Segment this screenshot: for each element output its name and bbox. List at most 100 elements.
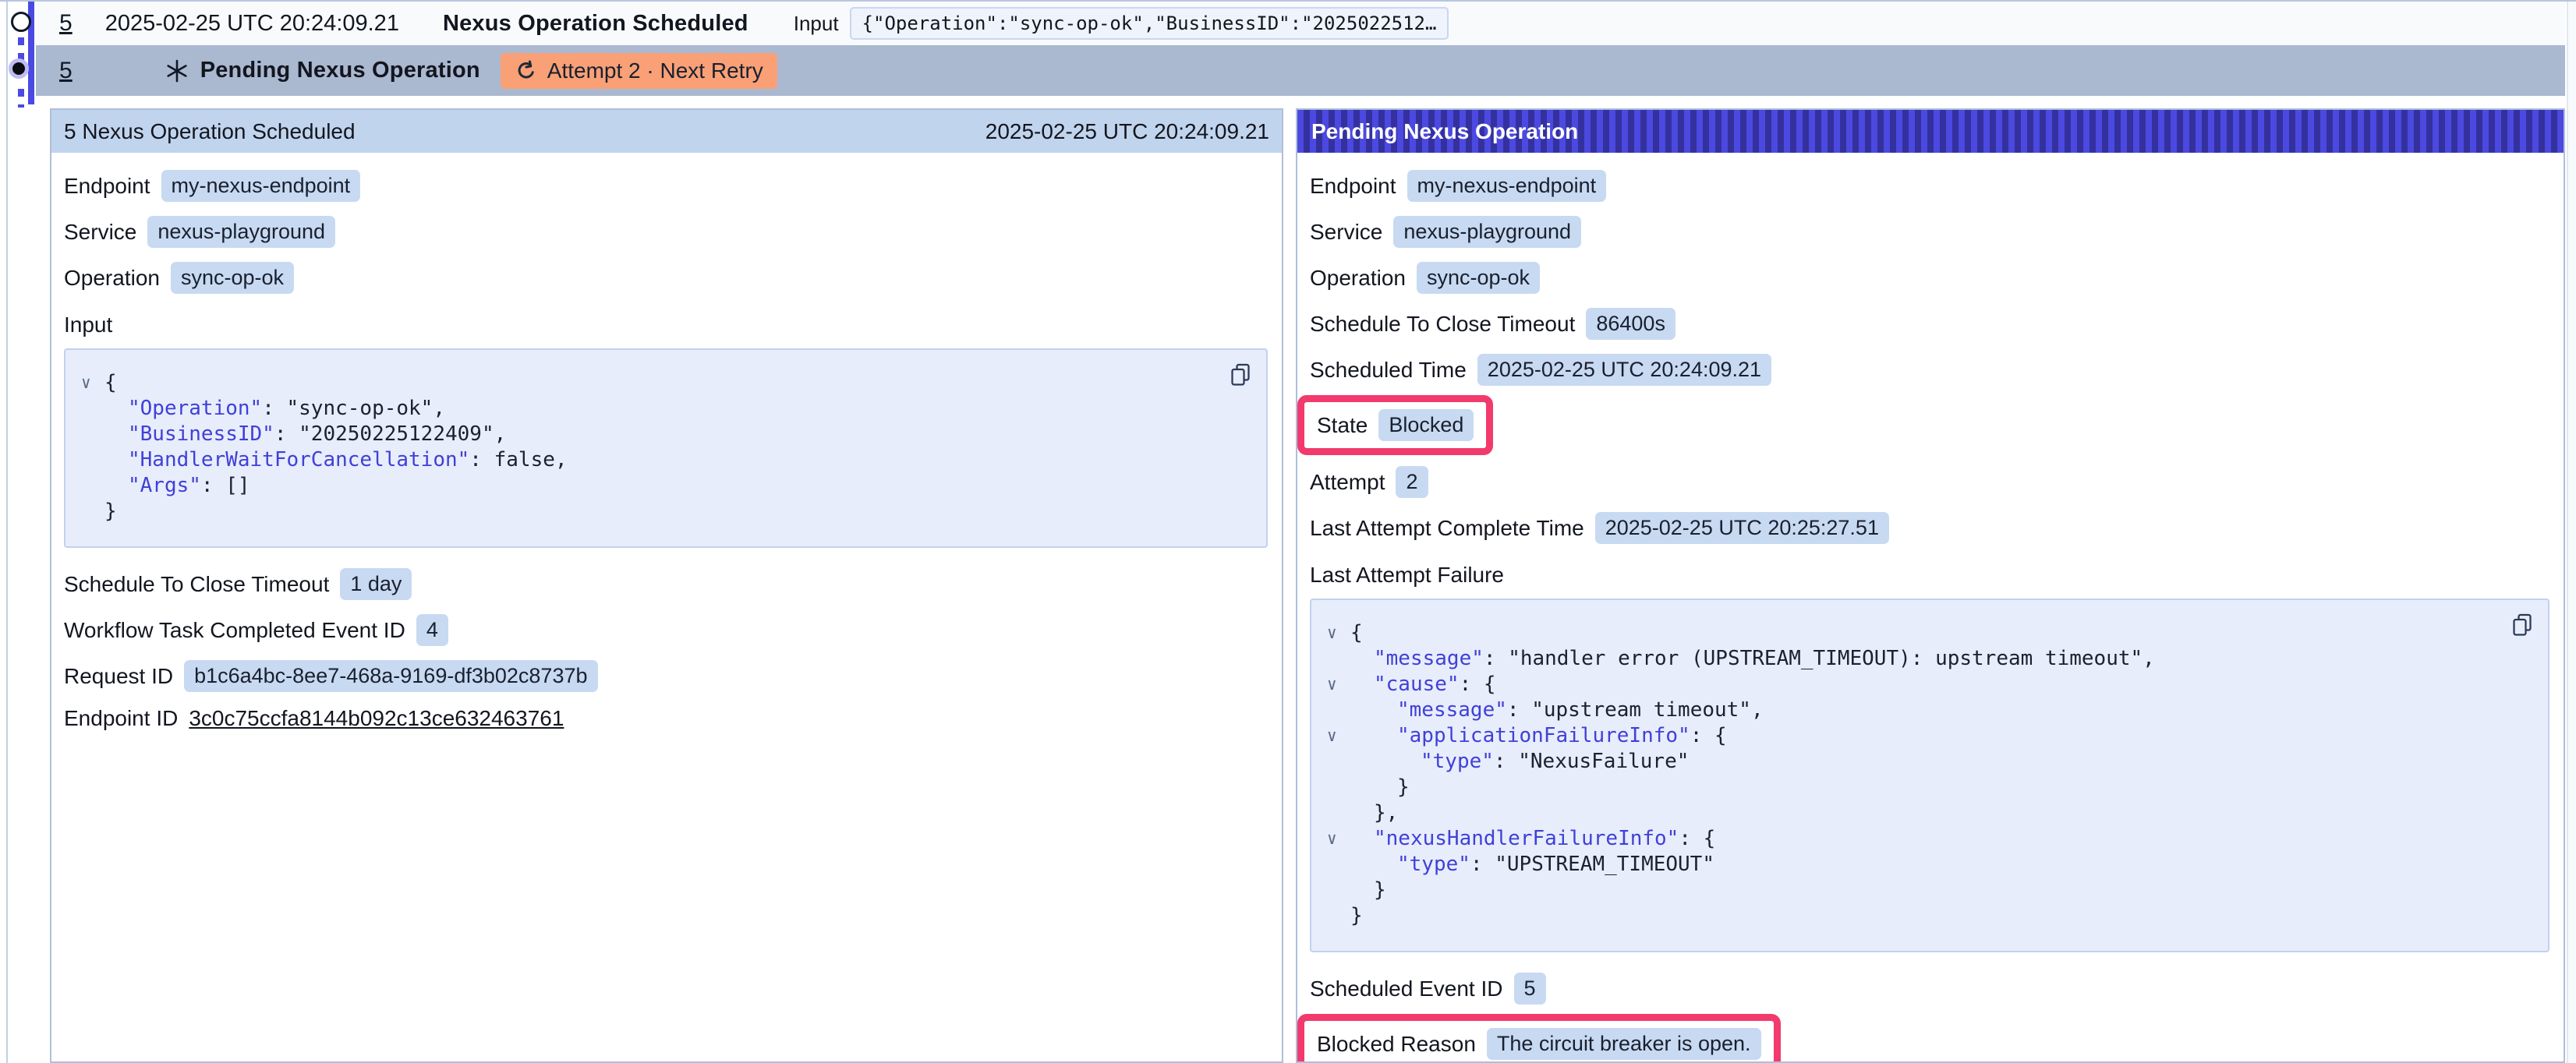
failure-json-viewer: ∨{"message": "handler error (UPSTREAM_TI… (1310, 599, 2549, 952)
field-row: Schedule To Close Timeout1 day (64, 568, 1268, 600)
field-row: Workflow Task Completed Event ID4 (64, 614, 1268, 646)
collapse-chevron-icon[interactable]: ∨ (1327, 723, 1350, 749)
pending-operation-panel: Pending Nexus Operation Endpointmy-nexus… (1296, 108, 2565, 1063)
field-value-badge: 86400s (1586, 308, 1675, 340)
chevron-gutter (81, 447, 104, 473)
chevron-gutter (1327, 697, 1350, 723)
pending-nexus-operation-row[interactable]: 5 Pending Nexus Operation Attempt 2 · Ne… (36, 45, 2565, 96)
json-code-text: } (1350, 903, 1363, 929)
timeline-dashed-connector (18, 37, 24, 61)
field-row: Endpoint ID3c0c75ccfa8144b092c13ce632463… (64, 706, 1268, 731)
json-code-line: } (81, 499, 1212, 524)
chevron-gutter (1327, 878, 1350, 903)
json-code-text: "nexusHandlerFailureInfo": { (1350, 826, 1715, 852)
json-code-line: ∨ "cause": { (1327, 672, 2493, 697)
field-row: Scheduled Event ID5 (1310, 973, 2549, 1005)
field-label: Schedule To Close Timeout (64, 572, 329, 597)
copy-button[interactable] (2509, 611, 2535, 640)
json-key: "type" (1397, 853, 1470, 876)
chevron-gutter (1327, 852, 1350, 878)
json-value: } (1397, 775, 1410, 799)
collapse-chevron-icon[interactable]: ∨ (1327, 672, 1350, 697)
chevron-gutter (81, 473, 104, 499)
retry-attempt-badge: Attempt 2 · Next Retry (501, 53, 777, 89)
json-code-text: "HandlerWaitForCancellation": false, (104, 447, 568, 473)
field-value-badge: 2 (1396, 466, 1428, 498)
json-code-line: } (1327, 903, 2493, 929)
scrollbar-track[interactable] (2567, 2, 2576, 1063)
event-id-link[interactable]: 5 (59, 58, 73, 84)
json-code-line: "type": "NexusFailure" (1327, 749, 2493, 775)
timeline-node-open-icon (11, 12, 31, 32)
json-code-text: }, (1350, 800, 1398, 826)
json-value: : "UPSTREAM_TIMEOUT" (1470, 853, 1714, 876)
field-label: Blocked Reason (1317, 1032, 1476, 1057)
copy-icon (2511, 613, 2534, 638)
chevron-gutter (81, 499, 104, 524)
collapse-chevron-icon[interactable]: ∨ (81, 370, 104, 396)
collapse-chevron-icon[interactable]: ∨ (1327, 826, 1350, 852)
field-value-badge: The circuit breaker is open. (1487, 1028, 1761, 1060)
field-value-link[interactable]: 3c0c75ccfa8144b092c13ce632463761 (189, 706, 564, 731)
json-code-text: } (104, 499, 117, 524)
json-key: "message" (1374, 647, 1484, 670)
field-row: Last Attempt Complete Time2025-02-25 UTC… (1310, 512, 2549, 544)
field-row: Operationsync-op-ok (1310, 262, 2549, 294)
field-value-badge: my-nexus-endpoint (1407, 170, 1607, 202)
field-label: State (1317, 413, 1368, 438)
field-value-badge: sync-op-ok (171, 262, 294, 294)
json-code-line: "message": "handler error (UPSTREAM_TIME… (1327, 646, 2493, 672)
chevron-gutter (1327, 646, 1350, 672)
field-value-badge: 4 (416, 614, 448, 646)
json-key: "applicationFailureInfo" (1397, 724, 1690, 747)
chevron-gutter (1327, 749, 1350, 775)
json-code-line: ∨"applicationFailureInfo": { (1327, 723, 2493, 749)
event-title: Nexus Operation Scheduled (443, 11, 748, 37)
json-code-line: "type": "UPSTREAM_TIMEOUT" (1327, 852, 2493, 878)
json-value: } (104, 500, 117, 523)
json-value: }, (1374, 801, 1398, 825)
timeline-node-active-icon (9, 58, 29, 79)
field-label: Schedule To Close Timeout (1310, 312, 1575, 337)
field-value-badge: sync-op-ok (1417, 262, 1540, 294)
json-value: : "upstream timeout", (1507, 698, 1764, 722)
field-label: Operation (64, 266, 160, 291)
event-input-label: Input (794, 12, 839, 36)
json-code-line: } (1327, 775, 2493, 800)
json-code-line: }, (1327, 800, 2493, 826)
event-detail-panel-header: 5 Nexus Operation Scheduled 2025-02-25 U… (51, 110, 1282, 153)
pending-operation-panel-header: Pending Nexus Operation (1297, 110, 2564, 153)
field-label: Last Attempt Complete Time (1310, 516, 1584, 541)
json-code-line: "HandlerWaitForCancellation": false, (81, 447, 1212, 473)
field-row: Endpointmy-nexus-endpoint (1310, 170, 2549, 202)
json-key: "cause" (1374, 673, 1460, 696)
json-value: : "NexusFailure" (1494, 750, 1689, 773)
field-row: Servicenexus-playground (64, 216, 1268, 248)
panel-title: Pending Nexus Operation (1311, 119, 1578, 144)
event-input-preview-badge: {"Operation":"sync-op-ok","BusinessID":"… (850, 7, 1449, 40)
field-row: Schedule To Close Timeout 86400s (1310, 308, 2549, 340)
copy-button[interactable] (1227, 361, 1254, 390)
json-code-text: "Operation": "sync-op-ok", (104, 396, 445, 422)
input-json-viewer: ∨{"Operation": "sync-op-ok","BusinessID"… (64, 348, 1268, 548)
json-code-line: "Operation": "sync-op-ok", (81, 396, 1212, 422)
json-value: : false, (469, 448, 567, 471)
json-code-text: "applicationFailureInfo": { (1350, 723, 1727, 749)
event-detail-panels: 5 Nexus Operation Scheduled 2025-02-25 U… (50, 108, 2565, 1063)
json-value: { (104, 371, 117, 394)
chevron-gutter (81, 422, 104, 447)
chevron-gutter (81, 396, 104, 422)
json-code-text: "BusinessID": "20250225122409", (104, 422, 506, 447)
event-row-nexus-operation-scheduled[interactable]: 5 2025-02-25 UTC 20:24:09.21 Nexus Opera… (36, 2, 2565, 45)
event-id-link[interactable]: 5 (59, 10, 73, 37)
collapse-chevron-icon[interactable]: ∨ (1327, 620, 1350, 646)
field-value-badge: 2025-02-25 UTC 20:24:09.21 (1477, 354, 1771, 386)
field-label: Scheduled Event ID (1310, 976, 1503, 1001)
field-row: Operation sync-op-ok (64, 262, 1268, 294)
json-code-line: "Args": [] (81, 473, 1212, 499)
field-value-badge: Blocked (1378, 409, 1474, 441)
json-value: : { (1460, 673, 1496, 696)
retry-icon (515, 59, 538, 83)
json-key: "Args" (128, 474, 201, 497)
json-code-text: { (1350, 620, 1363, 646)
